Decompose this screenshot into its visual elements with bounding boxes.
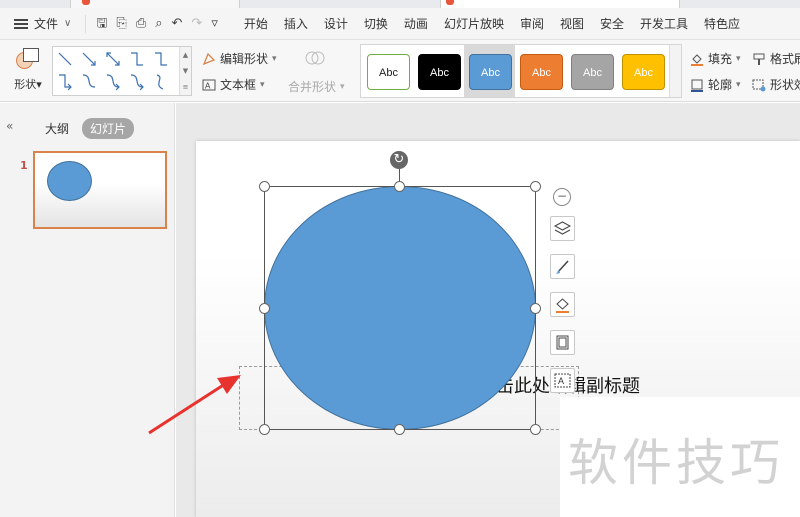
ribbon-tabs: 开始 插入 设计 切换 动画 幻灯片放映 审阅 视图 安全 开发工具 特色应 — [236, 15, 748, 32]
slide-number: 1 — [20, 159, 28, 172]
tab-transitions[interactable]: 切换 — [356, 15, 396, 32]
undo-icon[interactable]: ↶ — [172, 17, 183, 30]
fill-label: 填充 — [708, 52, 733, 66]
line-shapes-icon — [58, 52, 167, 91]
tab-slideshow[interactable]: 幻灯片放映 — [436, 15, 512, 32]
gallery-scroll[interactable]: ▲ ▼ ≡ — [179, 47, 191, 95]
collapse-panel-icon[interactable]: « — [6, 119, 13, 133]
menu-bar: 文件 ∨ 🖫 ⎘ ⎙ ⌕ ↶ ↷ ▿ 开始 插入 设计 切换 动画 幻灯片放映 … — [0, 8, 800, 40]
style-preset-2[interactable]: Abc — [418, 54, 461, 90]
print-preview-icon[interactable]: ⌕ — [155, 17, 162, 30]
edit-shape-icon — [202, 52, 216, 66]
resize-handle-bottom-left[interactable] — [259, 424, 270, 435]
tab-animation[interactable]: 动画 — [396, 15, 436, 32]
text-wrap-icon[interactable]: A — [550, 368, 575, 393]
merge-shape-button[interactable]: 合并形状 ▾ — [288, 78, 345, 95]
resize-handle-right[interactable] — [530, 303, 541, 314]
slide-panel: « 大纲 幻灯片 1 — [0, 103, 175, 517]
style-preset-1[interactable]: Abc — [367, 54, 410, 90]
outline-tab[interactable]: 大纲 — [45, 120, 69, 137]
red-arrow-annotation — [148, 375, 241, 435]
ribbon-toolbar: 形状▾ ▲ ▼ ≡ 编辑形状 ▾ A 文本框 ▾ 合并形状 ▾ Abc Abc … — [0, 40, 800, 102]
style-gallery-scroll[interactable] — [669, 45, 681, 97]
resize-handle-top-right[interactable] — [530, 181, 541, 192]
slide-thumbnail[interactable] — [33, 151, 167, 229]
brush-icon[interactable] — [550, 254, 575, 279]
customize-toolbar-icon[interactable]: ▿ — [211, 17, 218, 30]
fill-bucket-icon — [690, 52, 704, 66]
outline-icon — [690, 78, 704, 92]
document-tab-icon — [82, 0, 90, 5]
hamburger-icon — [14, 18, 28, 29]
line-shape-gallery[interactable]: ▲ ▼ ≡ — [52, 46, 192, 96]
merge-shape-label: 合并形状 — [288, 80, 337, 94]
quick-access-toolbar: 🖫 ⎘ ⎙ ⌕ ↶ ↷ ▿ — [85, 14, 218, 33]
print-icon[interactable]: ⎙ — [136, 17, 146, 30]
layers-icon[interactable] — [550, 216, 575, 241]
tab-developer[interactable]: 开发工具 — [632, 15, 696, 32]
style-preset-5[interactable]: Abc — [571, 54, 614, 90]
tab-view[interactable]: 视图 — [552, 15, 592, 32]
style-preset-3[interactable]: Abc — [469, 54, 512, 90]
shapes-icon — [16, 48, 40, 70]
selection-frame — [264, 186, 536, 430]
shape-effect-label: 形状效 — [770, 78, 800, 92]
shape-effect-icon — [752, 78, 766, 92]
active-document-tab-icon — [446, 0, 454, 5]
redo-icon[interactable]: ↷ — [191, 17, 202, 30]
document-tab[interactable] — [70, 0, 240, 8]
resize-handle-top[interactable] — [394, 181, 405, 192]
outline-label: 轮廓 — [708, 78, 733, 92]
format-painter-button[interactable]: 格式刷 — [752, 50, 800, 67]
svg-text:A: A — [558, 376, 564, 386]
window-tab-strip — [0, 0, 800, 8]
shape-effect-button[interactable]: 形状效 — [752, 76, 800, 93]
active-document-tab[interactable] — [440, 0, 680, 8]
tab-features[interactable]: 特色应 — [696, 15, 748, 32]
format-painter-label: 格式刷 — [770, 52, 800, 66]
file-menu-button[interactable]: 文件 ∨ — [14, 15, 71, 32]
export-icon[interactable]: ⎘ — [116, 17, 126, 30]
resize-handle-left[interactable] — [259, 303, 270, 314]
collapse-toolbar-icon[interactable]: − — [553, 188, 571, 206]
rotate-handle-icon[interactable]: ↻ — [390, 151, 408, 169]
merge-shape-icon — [304, 48, 326, 68]
resize-handle-bottom[interactable] — [394, 424, 405, 435]
tab-insert[interactable]: 插入 — [276, 15, 316, 32]
slides-tab[interactable]: 幻灯片 — [82, 118, 135, 139]
tab-home[interactable]: 开始 — [236, 15, 276, 32]
thumbnail-ellipse — [47, 161, 92, 201]
fill-button[interactable]: 填充 ▾ — [690, 50, 741, 67]
text-box-label: 文本框 — [220, 78, 257, 92]
shape-style-gallery: Abc Abc Abc Abc Abc Abc — [360, 44, 682, 98]
outline-button[interactable]: 轮廓 ▾ — [690, 76, 741, 93]
file-menu-label: 文件 — [34, 17, 59, 31]
tab-design[interactable]: 设计 — [316, 15, 356, 32]
text-box-button[interactable]: A 文本框 ▾ — [202, 76, 265, 93]
tab-security[interactable]: 安全 — [592, 15, 632, 32]
svg-text:A: A — [205, 81, 211, 90]
shape-button[interactable]: 形状▾ — [10, 48, 46, 96]
shape-button-label: 形状▾ — [14, 78, 42, 91]
resize-handle-bottom-right[interactable] — [530, 424, 541, 435]
resize-handle-top-left[interactable] — [259, 181, 270, 192]
tab-review[interactable]: 审阅 — [512, 15, 552, 32]
save-icon[interactable]: 🖫 — [96, 17, 107, 30]
format-painter-icon — [752, 52, 766, 66]
edit-shape-label: 编辑形状 — [220, 52, 269, 66]
watermark-text: 软件技巧 — [568, 434, 784, 492]
chevron-down-icon: ∨ — [64, 18, 72, 29]
text-box-icon: A — [202, 78, 216, 92]
edit-shape-button[interactable]: 编辑形状 ▾ — [202, 50, 277, 67]
style-preset-6[interactable]: Abc — [622, 54, 665, 90]
style-preset-4[interactable]: Abc — [520, 54, 563, 90]
shape-outline-icon[interactable] — [550, 330, 575, 355]
fill-color-icon[interactable] — [550, 292, 575, 317]
